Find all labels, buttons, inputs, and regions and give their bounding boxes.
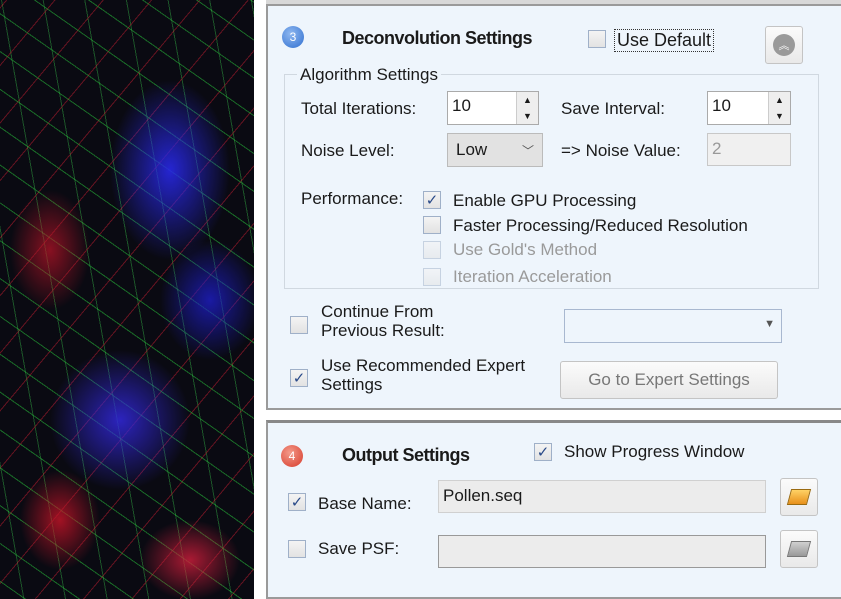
show-progress-checkbox[interactable]: ✓ xyxy=(534,443,552,461)
base-name-checkbox[interactable]: ✓ xyxy=(288,493,306,511)
step-3-badge: 3 xyxy=(282,26,304,48)
use-default-label[interactable]: Use Default xyxy=(614,29,715,52)
continue-label-line1: Continue From xyxy=(321,302,434,321)
algorithm-settings-group: Algorithm Settings Total Iterations: 10 … xyxy=(284,65,819,289)
previous-result-select[interactable]: ▼ xyxy=(564,309,782,343)
collapse-button[interactable]: ︽ xyxy=(765,26,803,64)
folder-icon xyxy=(786,489,812,505)
show-progress-label[interactable]: Show Progress Window xyxy=(564,442,744,462)
browse-psf-button[interactable] xyxy=(780,530,818,568)
panel-gap xyxy=(266,410,841,420)
use-default-checkbox[interactable] xyxy=(588,30,606,48)
expert-label-line1: Use Recommended Expert xyxy=(321,356,526,375)
section-title: Deconvolution Settings xyxy=(342,28,533,48)
iteration-acceleration-checkbox xyxy=(423,268,441,286)
performance-label: Performance: xyxy=(301,189,404,208)
noise-level-label: Noise Level: xyxy=(301,141,395,160)
iteration-acceleration-label: Iteration Acceleration xyxy=(453,267,612,286)
noise-level-select[interactable]: Low ﹀ xyxy=(447,133,543,167)
output-settings-panel: 4 Output Settings ✓ Show Progress Window… xyxy=(266,420,841,599)
save-psf-input[interactable] xyxy=(438,535,766,568)
base-name-label: Base Name: xyxy=(318,494,412,513)
browse-base-name-button[interactable] xyxy=(780,478,818,516)
use-recommended-expert-label: Use Recommended Expert Settings xyxy=(321,356,525,394)
base-name-input[interactable]: Pollen.seq xyxy=(438,480,766,513)
divider xyxy=(254,0,266,599)
noise-value-label: => Noise Value: xyxy=(561,141,681,160)
folder-icon xyxy=(786,541,812,557)
continue-label-line2: Previous Result: xyxy=(321,321,445,340)
total-iterations-value[interactable]: 10 xyxy=(448,92,516,124)
step-4-badge: 4 xyxy=(281,445,303,467)
total-iterations-label: Total Iterations: xyxy=(301,99,417,118)
section-title: Output Settings xyxy=(342,445,470,465)
expert-label-line2: Settings xyxy=(321,375,383,394)
faster-processing-label[interactable]: Faster Processing/Reduced Resolution xyxy=(453,216,748,236)
golds-method-checkbox xyxy=(423,241,441,259)
save-psf-label: Save PSF: xyxy=(318,539,400,558)
save-psf-checkbox[interactable] xyxy=(288,540,306,558)
gpu-checkbox[interactable]: ✓ xyxy=(423,191,441,209)
continue-from-previous-checkbox[interactable] xyxy=(290,316,308,334)
chevron-up-icon: ︽ xyxy=(773,34,795,56)
continue-from-previous-label: Continue From Previous Result: xyxy=(321,302,445,340)
microscopy-image xyxy=(0,0,254,599)
deconvolution-settings-panel: 3 Deconvolution Settings Use Default ︽ A… xyxy=(266,4,841,410)
save-interval-stepper[interactable]: 10 ▲ ▼ xyxy=(707,91,791,125)
group-label: Algorithm Settings xyxy=(297,65,441,85)
total-iterations-stepper[interactable]: 10 ▲ ▼ xyxy=(447,91,539,125)
golds-method-label: Use Gold's Method xyxy=(453,240,598,259)
save-interval-label: Save Interval: xyxy=(561,99,665,118)
noise-level-value: Low xyxy=(456,140,488,159)
faster-processing-checkbox[interactable] xyxy=(423,216,441,234)
gpu-label[interactable]: Enable GPU Processing xyxy=(453,191,636,211)
noise-value-field: 2 xyxy=(707,133,791,166)
spin-arrows-icon[interactable]: ▲ ▼ xyxy=(516,92,538,124)
go-to-expert-settings-button[interactable]: Go to Expert Settings xyxy=(560,361,778,399)
save-interval-value[interactable]: 10 xyxy=(708,92,768,124)
dropdown-arrow-icon: ▼ xyxy=(764,318,775,330)
chevron-down-icon: ﹀ xyxy=(521,143,534,158)
spin-arrows-icon[interactable]: ▲ ▼ xyxy=(768,92,790,124)
use-recommended-expert-checkbox[interactable]: ✓ xyxy=(290,369,308,387)
